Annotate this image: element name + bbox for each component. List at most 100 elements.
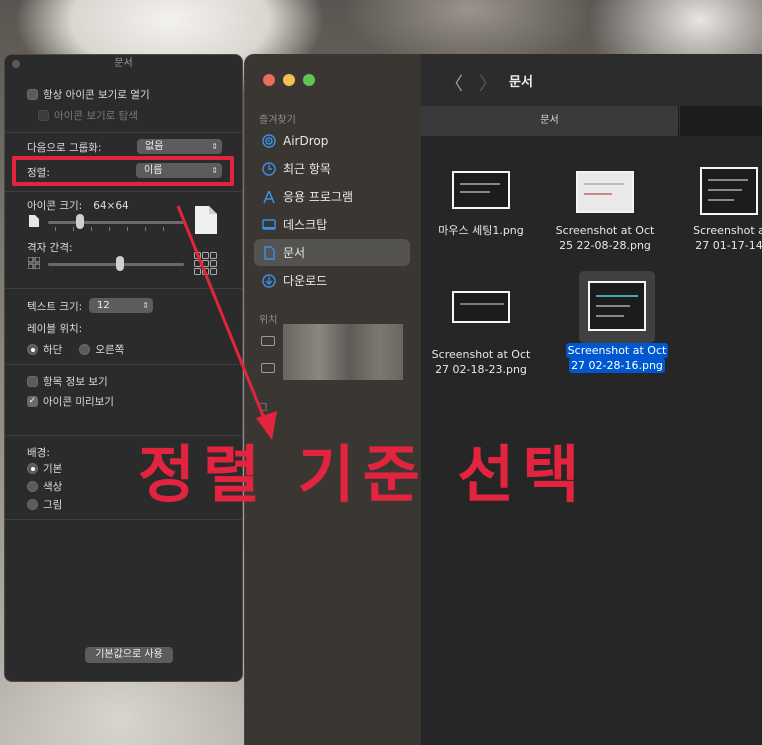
icon-preview-checkbox[interactable]: ✓ [27, 396, 38, 407]
download-icon [262, 273, 276, 288]
label-right-radio[interactable] [79, 344, 91, 355]
file-thumbnail [452, 291, 510, 323]
file-thumbnail [576, 171, 634, 213]
icon-size-slider[interactable] [48, 221, 184, 224]
bg-picture-row[interactable]: 그림 [27, 497, 62, 512]
file-item[interactable]: Screenshot at Oct 27 02-18-23.png [421, 291, 541, 377]
locations-heading: 위치 [259, 315, 278, 326]
divider [5, 191, 242, 192]
close-window-icon[interactable] [263, 74, 275, 86]
sidebar-item-applications[interactable]: 응용 프로그램 [254, 183, 410, 210]
icon-size-knob[interactable] [76, 214, 84, 229]
file-item[interactable]: Screenshot at Oct 25 22-08-28.png [545, 171, 665, 253]
large-doc-icon [195, 206, 217, 234]
file-name: Screenshot a 27 01-17-14 [693, 224, 762, 252]
text-size-label: 텍스트 크기: [27, 301, 83, 313]
tab-documents[interactable]: 문서 [421, 106, 679, 136]
finder-toolbar: 〈 〉 문서 [421, 54, 762, 106]
sidebar-item-label: 다운로드 [283, 274, 328, 288]
document-icon [262, 245, 276, 260]
text-size-row: 텍스트 크기: [27, 299, 82, 314]
browse-label: 아이콘 보기로 탐색 [54, 110, 138, 122]
item-info-label: 항목 정보 보기 [43, 376, 108, 388]
slider-tick [91, 227, 92, 231]
slider-tick [127, 227, 128, 231]
divider [5, 364, 242, 365]
group-by-popup[interactable]: 없음 ⇕ [137, 139, 222, 154]
label-bottom-radio[interactable] [27, 344, 38, 355]
tab-other[interactable] [680, 106, 762, 136]
icon-preview-label: 아이콘 미리보기 [43, 396, 114, 408]
finder-sidebar: 즐겨찾기 AirDrop 최근 항목 응용 프로그램 데스크탑 문서 다운로드 … [245, 54, 421, 745]
bg-color-row[interactable]: 색상 [27, 479, 62, 494]
slider-tick [145, 227, 146, 231]
divider [5, 435, 242, 436]
text-size-popup[interactable]: 12 ⇕ [89, 298, 153, 313]
sidebar-item-label: 문서 [283, 246, 306, 260]
file-item[interactable]: 마우스 세팅1.png [421, 171, 541, 238]
sidebar-item-desktop[interactable]: 데스크탑 [254, 211, 410, 238]
icon-size-value: 64×64 [93, 199, 129, 212]
grid-spacing-row: 격자 간격: [27, 240, 73, 255]
label-position-label: 레이블 위치: [27, 323, 83, 335]
bg-default-row[interactable]: 기본 [27, 461, 62, 476]
label-right-text: 오른쪽 [95, 344, 125, 356]
file-name: 마우스 세팅1.png [438, 224, 524, 237]
text-size-value: 12 [97, 300, 110, 311]
forward-chevron-icon[interactable]: 〉 [479, 70, 497, 96]
grid-wide-icon [194, 252, 217, 275]
slider-tick [163, 227, 164, 231]
bg-color-text: 색상 [43, 481, 63, 493]
slider-tick [109, 227, 110, 231]
always-open-row[interactable]: 항상 아이콘 보기로 열기 [27, 87, 150, 102]
annotation-caption: 정렬 기준 선택 [138, 438, 588, 511]
blurred-locations [283, 324, 403, 380]
file-thumbnail [700, 167, 758, 215]
icon-preview-row[interactable]: ✓ 아이콘 미리보기 [27, 394, 114, 409]
options-titlebar: 문서 [5, 55, 242, 73]
file-item[interactable]: Screenshot a 27 01-17-14 [669, 167, 762, 253]
bg-color-radio[interactable] [27, 481, 38, 492]
grid-spacing-knob[interactable] [116, 256, 124, 271]
close-dot-icon[interactable] [12, 60, 20, 68]
sidebar-item-label: 데스크탑 [283, 218, 328, 232]
options-title: 문서 [114, 58, 133, 69]
sidebar-item-airdrop[interactable]: AirDrop [254, 127, 410, 154]
file-item[interactable]: Screenshot at Oct 27 02-28-16.png [557, 281, 677, 373]
group-by-value: 없음 [145, 141, 164, 152]
favorites-heading: 즐겨찾기 [259, 115, 296, 126]
bg-default-text: 기본 [43, 463, 63, 475]
file-name: Screenshot at Oct 25 22-08-28.png [555, 224, 655, 252]
use-as-defaults-button[interactable]: 기본값으로 사용 [85, 647, 173, 663]
minimize-window-icon[interactable] [283, 74, 295, 86]
always-open-checkbox[interactable] [27, 89, 38, 100]
label-position-options: 하단 오른쪽 [27, 342, 124, 357]
icon-size-label: 아이콘 크기: [27, 200, 83, 212]
label-bottom-text: 하단 [43, 344, 63, 356]
back-chevron-icon[interactable]: 〈 [445, 70, 463, 96]
item-info-row[interactable]: 항목 정보 보기 [27, 374, 108, 389]
slider-tick [55, 227, 56, 231]
sidebar-item-recents[interactable]: 최근 항목 [254, 155, 410, 182]
zoom-window-icon[interactable] [303, 74, 315, 86]
view-options-panel: 문서 항상 아이콘 보기로 열기 아이콘 보기로 탐색 다음으로 그룹화: 없음… [4, 54, 243, 682]
tags-heading: 그 [259, 403, 269, 414]
slider-tick [73, 227, 74, 231]
bg-picture-radio[interactable] [27, 499, 38, 510]
bg-picture-text: 그림 [43, 499, 63, 511]
tab-bar: 문서 [421, 106, 762, 136]
sidebar-item-label: AirDrop [283, 133, 329, 148]
always-open-label: 항상 아이콘 보기로 열기 [43, 89, 150, 101]
folder-icon[interactable] [261, 363, 275, 373]
item-info-checkbox[interactable] [27, 376, 38, 387]
background-row: 배경: [27, 445, 50, 460]
sidebar-item-documents[interactable]: 문서 [254, 239, 410, 266]
bg-default-radio[interactable] [27, 463, 38, 474]
sidebar-item-downloads[interactable]: 다운로드 [254, 267, 410, 294]
grid-tight-icon [28, 257, 40, 269]
airdrop-icon [262, 133, 276, 148]
window-title: 문서 [509, 75, 533, 90]
clock-icon [262, 161, 276, 176]
drive-icon[interactable] [261, 336, 275, 346]
small-doc-icon [29, 215, 39, 227]
